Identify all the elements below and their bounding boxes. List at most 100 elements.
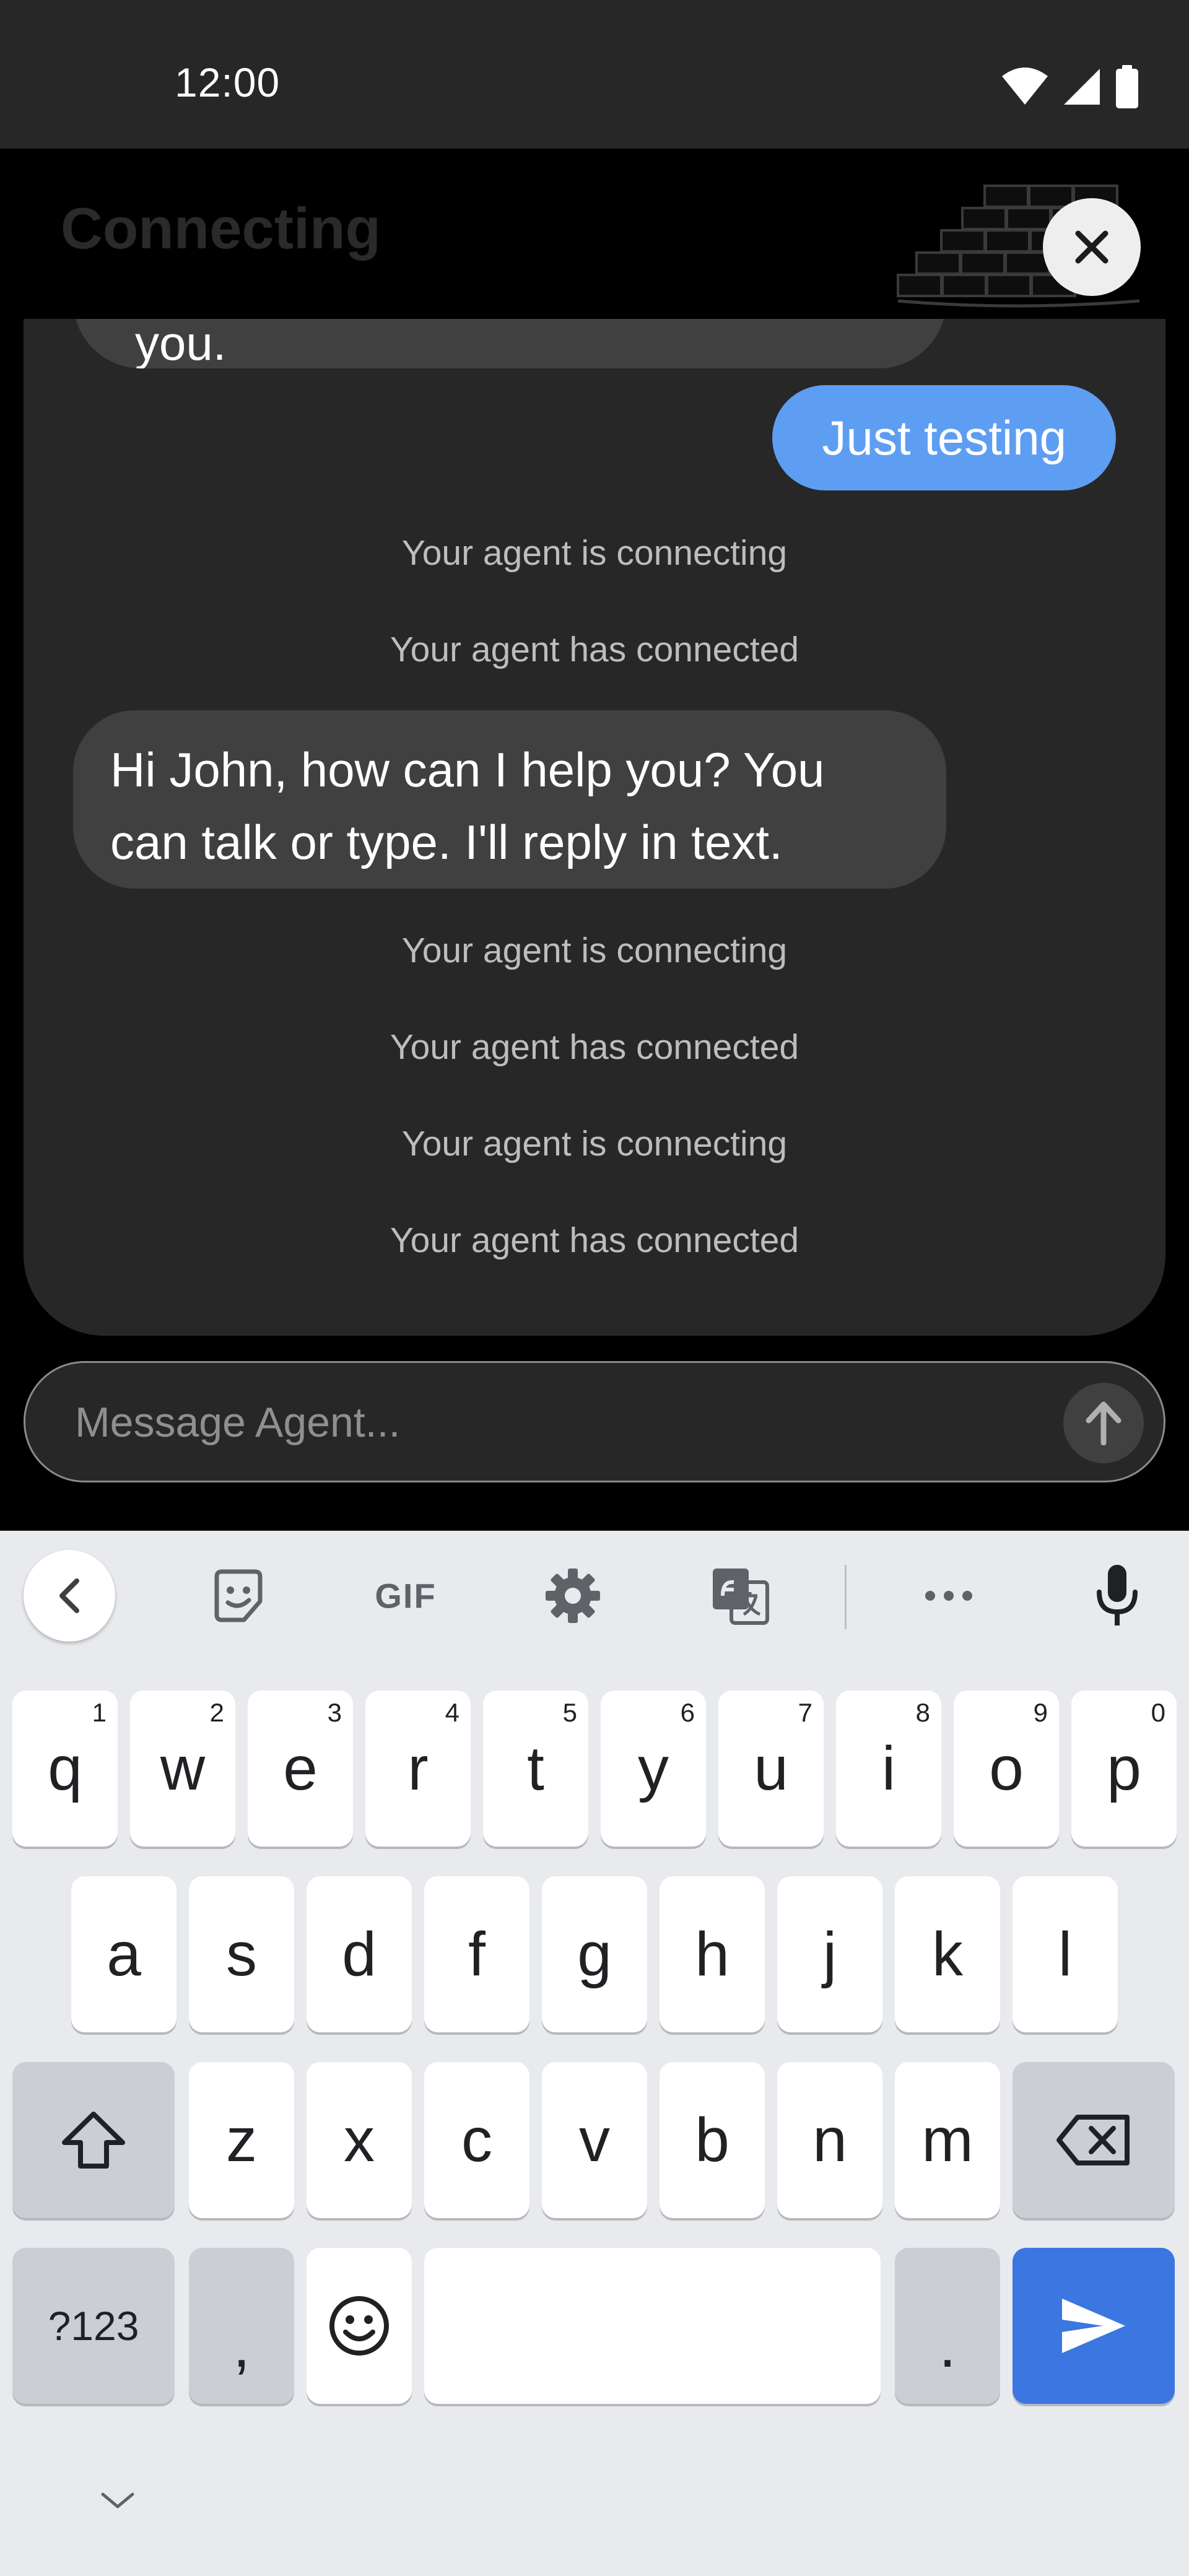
key-label: e: [283, 1733, 318, 1803]
key-label: u: [754, 1733, 788, 1803]
gear-icon: [546, 1569, 600, 1623]
key-c[interactable]: c: [424, 2062, 529, 2218]
key-r[interactable]: r4: [365, 1690, 471, 1847]
key-label: d: [342, 1919, 377, 1989]
gif-button[interactable]: GIF: [375, 1576, 436, 1616]
key-hint: 2: [209, 1698, 224, 1727]
translate-button[interactable]: [710, 1566, 770, 1625]
emoji-key[interactable]: [307, 2248, 412, 2404]
microphone-icon: [1097, 1565, 1138, 1625]
system-message: Your agent has connected: [390, 630, 799, 669]
agent-message-text: Hi John, how can I help you? You can tal…: [110, 742, 825, 869]
key-label: t: [527, 1733, 544, 1803]
key-label: f: [468, 1919, 486, 1989]
keyboard-back-button[interactable]: [24, 1550, 115, 1642]
key-label: .: [939, 2311, 956, 2380]
key-label: i: [881, 1733, 896, 1803]
more-options-button[interactable]: [924, 1590, 973, 1602]
collapse-keyboard-button[interactable]: [99, 2491, 136, 2513]
sticker-icon: [214, 1569, 263, 1622]
more-horizontal-icon: [925, 1591, 972, 1601]
key-s[interactable]: s: [189, 1876, 294, 2032]
enter-send-key[interactable]: [1013, 2248, 1175, 2404]
key-k[interactable]: k: [895, 1876, 1000, 2032]
key-hint: 4: [445, 1698, 459, 1727]
settings-button[interactable]: [544, 1567, 601, 1624]
key-label: l: [1058, 1919, 1073, 1989]
shift-key[interactable]: [12, 2062, 175, 2218]
key-label: o: [989, 1733, 1024, 1803]
key-label: q: [48, 1733, 82, 1803]
key-label: z: [226, 2105, 257, 2175]
key-a[interactable]: a: [71, 1876, 176, 2032]
key-y[interactable]: y6: [601, 1690, 706, 1847]
status-time: 12:00: [175, 59, 281, 105]
backspace-icon: [1056, 2115, 1130, 2165]
key-label: c: [461, 2105, 492, 2175]
period-key[interactable]: .: [895, 2248, 1000, 2404]
key-p[interactable]: p0: [1071, 1690, 1177, 1847]
key-label: a: [107, 1919, 141, 1989]
key-label: h: [695, 1919, 730, 1989]
message-input[interactable]: [74, 1363, 1005, 1482]
key-label: x: [344, 2105, 375, 2175]
key-hint: 6: [680, 1698, 695, 1727]
system-message: Your agent is connecting: [401, 1124, 788, 1164]
agent-message-bubble: you.: [73, 319, 946, 368]
key-h[interactable]: h: [660, 1876, 765, 2032]
space-bar[interactable]: [424, 2248, 881, 2404]
key-label: n: [812, 2105, 847, 2175]
key-i[interactable]: i8: [836, 1690, 941, 1847]
key-label: w: [160, 1733, 206, 1803]
key-l[interactable]: l: [1013, 1876, 1118, 2032]
chat-panel[interactable]: you. Just testing Your agent is connecti…: [24, 319, 1165, 1336]
shift-icon: [62, 2112, 125, 2169]
chevron-down-icon: [101, 2492, 134, 2509]
key-label: g: [577, 1919, 612, 1989]
key-f[interactable]: f: [424, 1876, 529, 2032]
key-label: ,: [233, 2311, 250, 2380]
key-label: r: [407, 1733, 429, 1803]
key-u[interactable]: u7: [718, 1690, 824, 1847]
key-o[interactable]: o9: [954, 1690, 1059, 1847]
sticker-button[interactable]: [211, 1568, 266, 1624]
gif-label: GIF: [375, 1576, 437, 1616]
signal-icon: [1064, 69, 1100, 105]
user-message-bubble: Just testing: [772, 385, 1116, 490]
key-j[interactable]: j: [777, 1876, 882, 2032]
key-t[interactable]: t5: [483, 1690, 588, 1847]
message-composer: [24, 1361, 1165, 1482]
key-z[interactable]: z: [189, 2062, 294, 2218]
key-w[interactable]: w2: [130, 1690, 235, 1847]
status-bar: 12:00: [0, 0, 1189, 149]
voice-input-button[interactable]: [1095, 1564, 1139, 1628]
system-message: Your agent has connected: [390, 1221, 799, 1260]
wifi-icon: [1002, 67, 1048, 105]
send-icon: [1062, 2299, 1125, 2353]
key-q[interactable]: q1: [12, 1690, 118, 1847]
system-message: Your agent has connected: [390, 1027, 799, 1067]
close-button[interactable]: [1043, 198, 1141, 296]
symbols-key[interactable]: ?123: [12, 2248, 175, 2404]
close-icon: [1075, 230, 1108, 264]
keyboard-toolbar: GIF: [0, 1531, 1189, 1661]
backspace-key[interactable]: [1013, 2062, 1175, 2218]
key-m[interactable]: m: [895, 2062, 1000, 2218]
key-hint: 1: [92, 1698, 107, 1727]
send-button[interactable]: [1063, 1383, 1144, 1463]
key-label: j: [822, 1919, 837, 1989]
key-g[interactable]: g: [542, 1876, 647, 2032]
key-n[interactable]: n: [777, 2062, 882, 2218]
on-screen-keyboard: GIF q 1 w 2 e 3 r 4 t 5 y 6 u 7 i 8 o 9 …: [0, 1531, 1189, 2576]
agent-message-text: you.: [135, 319, 227, 368]
key-v[interactable]: v: [542, 2062, 647, 2218]
toolbar-divider: [845, 1565, 847, 1629]
comma-key[interactable]: ,: [189, 2248, 294, 2404]
key-x[interactable]: x: [307, 2062, 412, 2218]
key-b[interactable]: b: [660, 2062, 765, 2218]
key-hint: 7: [798, 1698, 812, 1727]
key-hint: 8: [915, 1698, 930, 1727]
key-d[interactable]: d: [307, 1876, 412, 2032]
key-e[interactable]: e3: [248, 1690, 353, 1847]
translate-icon: [713, 1569, 769, 1625]
